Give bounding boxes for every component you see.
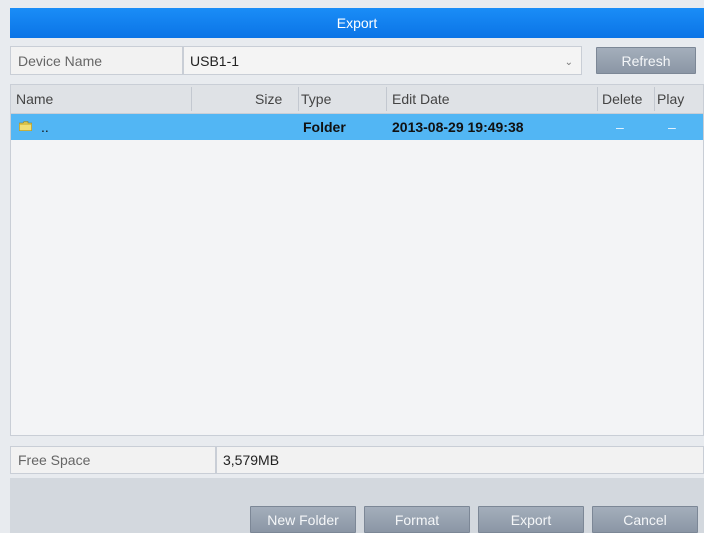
- column-header-play: Play: [657, 91, 685, 107]
- table-header: Name Size Type Edit Date Delete Play: [11, 85, 703, 114]
- row-play-button[interactable]: –: [668, 114, 676, 140]
- dialog-title: Export: [336, 15, 378, 31]
- column-header-edit-date: Edit Date: [392, 91, 450, 107]
- row-delete-button[interactable]: –: [616, 114, 624, 140]
- device-name-select[interactable]: USB1-1 ⌄: [183, 46, 582, 75]
- table-row[interactable]: .. Folder 2013-08-29 19:49:38 – –: [11, 114, 703, 140]
- free-space-label: Free Space: [10, 446, 216, 474]
- row-type: Folder: [303, 119, 346, 135]
- file-table: Name Size Type Edit Date Delete Play .. …: [10, 84, 704, 436]
- refresh-button[interactable]: Refresh: [596, 47, 696, 74]
- chevron-down-icon: ⌄: [564, 57, 573, 68]
- column-divider: [597, 87, 598, 111]
- dialog-title-bar: Export: [10, 8, 704, 38]
- column-divider: [386, 87, 387, 111]
- free-space-value: 3,579MB: [216, 446, 704, 474]
- folder-up-icon: [19, 121, 32, 131]
- column-divider: [298, 87, 299, 111]
- column-header-delete: Delete: [602, 91, 643, 107]
- new-folder-button[interactable]: New Folder: [250, 506, 356, 533]
- device-name-label: Device Name: [10, 46, 183, 75]
- device-name-value: USB1-1: [190, 52, 240, 69]
- column-header-type: Type: [301, 91, 332, 107]
- format-button[interactable]: Format: [364, 506, 470, 533]
- column-header-name: Name: [16, 91, 54, 107]
- column-divider: [191, 87, 192, 111]
- row-name: ..: [41, 119, 49, 135]
- export-dialog: Export Device Name USB1-1 ⌄ Refresh Name…: [0, 0, 704, 533]
- column-header-size: Size: [255, 91, 283, 107]
- row-edit-date: 2013-08-29 19:49:38: [392, 119, 524, 135]
- export-button[interactable]: Export: [478, 506, 584, 533]
- column-divider: [654, 87, 655, 111]
- cancel-button[interactable]: Cancel: [592, 506, 698, 533]
